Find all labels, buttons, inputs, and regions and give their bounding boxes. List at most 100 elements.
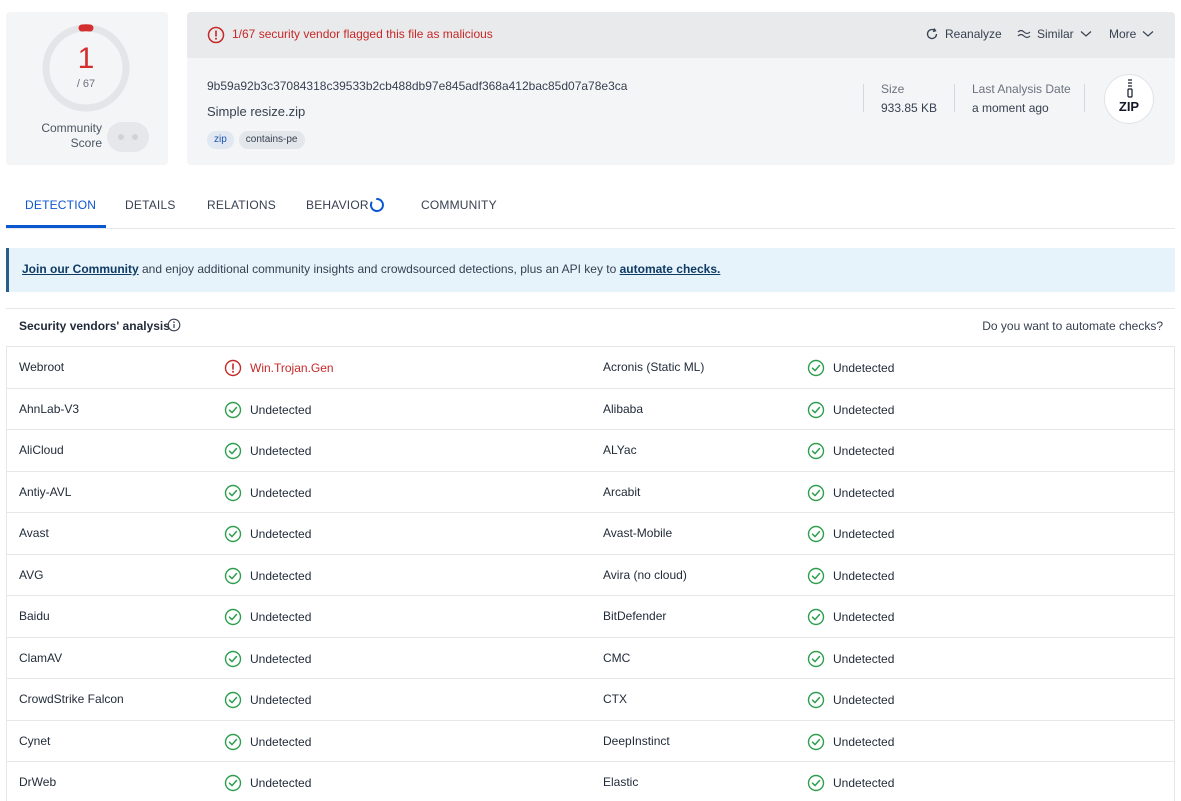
vendor-result: Undetected xyxy=(807,608,894,626)
check-circle-icon xyxy=(224,733,242,750)
detection-count: 1 xyxy=(77,42,95,75)
vendor-name: Acronis (Static ML) xyxy=(603,360,705,374)
vendor-result: Undetected xyxy=(224,650,311,668)
check-circle-icon xyxy=(807,359,825,377)
alert-text: 1/67 security vendor flagged this file a… xyxy=(232,27,493,41)
check-circle-icon xyxy=(224,484,242,501)
vendor-name: CMC xyxy=(603,650,631,665)
zipper-icon xyxy=(1127,79,1133,98)
vendor-result: Undetected xyxy=(224,733,311,751)
table-row: AliCloud Undetected ALYac Undetected xyxy=(7,430,1174,472)
vendor-name: Webroot xyxy=(19,360,65,374)
vendor-result: Undetected xyxy=(224,525,311,543)
table-row: Avast Undetected Avast-Mobile Undetected xyxy=(7,513,1174,555)
vendor-result: Undetected xyxy=(807,401,894,419)
check-circle-icon xyxy=(807,650,825,667)
table-row: Baidu Undetected BitDefender Undetected xyxy=(7,596,1174,638)
join-community-link[interactable]: Join our Community xyxy=(22,262,139,276)
size-value: 933.85 KB xyxy=(881,101,938,115)
detection-total: / 67 xyxy=(76,78,96,90)
tab-details[interactable]: DETAILS xyxy=(125,198,176,212)
vendor-name: AVG xyxy=(19,567,44,582)
vendor-result: Undetected xyxy=(807,650,894,668)
vendor-name: Avast xyxy=(19,526,49,540)
vendor-result: Undetected xyxy=(224,484,311,502)
check-circle-icon xyxy=(807,484,825,501)
table-row: CrowdStrike Falcon Undetected CTX Undetecte… xyxy=(7,679,1174,721)
last-analysis-label: Last Analysis Date xyxy=(972,82,1071,96)
reanalyze-button[interactable]: Reanalyze xyxy=(925,27,1002,41)
vendor-name: Baidu xyxy=(19,609,50,623)
file-hash[interactable]: 9b59a92b3c37084318c39533b2cb488db97e845a… xyxy=(207,79,627,93)
check-circle-icon xyxy=(224,691,242,709)
divider xyxy=(1084,84,1085,112)
vendor-name: Alibaba xyxy=(603,401,644,416)
last-analysis-value: a moment ago xyxy=(972,101,1049,115)
tab-bar: DETECTION DETAILS RELATIONS BEHAVIOR COM… xyxy=(6,184,1175,229)
community-score-card: 1 / 67 Community Score xyxy=(6,12,168,165)
vendor-name: Avast-Mobile xyxy=(603,526,673,540)
table-row: Cynet Undetected DeepInstinct Undetected xyxy=(7,721,1174,762)
vendor-name: Antiy-AVL xyxy=(19,484,72,499)
check-circle-icon xyxy=(807,525,825,543)
vendor-name: Elastic xyxy=(603,775,639,789)
tab-relations[interactable]: RELATIONS xyxy=(207,198,276,212)
file-type-badge: ZIP xyxy=(1104,74,1154,124)
automate-checks-prompt[interactable]: Do you want to automate checks? xyxy=(982,319,1163,333)
community-vote-toggle[interactable] xyxy=(107,122,149,152)
section-title: Security vendors' analysis xyxy=(19,319,170,333)
vendor-name: BitDefender xyxy=(603,609,667,623)
table-row: Antiy-AVL Undetected Arcabit Undetected xyxy=(7,472,1174,513)
alert-circle-icon xyxy=(207,26,225,44)
vendor-result: Undetected xyxy=(807,484,894,502)
check-circle-icon xyxy=(807,608,825,626)
tag-contains-pe[interactable]: contains-pe xyxy=(238,131,305,149)
divider xyxy=(954,84,955,112)
tab-community[interactable]: COMMUNITY xyxy=(421,198,497,212)
similar-dropdown[interactable]: Similar xyxy=(1017,27,1092,41)
automate-checks-link[interactable]: automate checks. xyxy=(620,262,721,276)
tab-detection[interactable]: DETECTION xyxy=(25,198,96,212)
check-circle-icon xyxy=(224,442,242,460)
chevron-down-icon xyxy=(1142,31,1154,37)
check-circle-icon xyxy=(807,774,825,792)
more-dropdown[interactable]: More xyxy=(1109,27,1154,41)
vendor-name: Cynet xyxy=(19,733,51,748)
table-row: AVG Undetected Avira (no cloud) Undetected xyxy=(7,555,1174,596)
info-icon[interactable] xyxy=(167,318,181,332)
vendors-section-header: Security vendors' analysis Do you want t… xyxy=(6,308,1175,344)
active-tab-indicator xyxy=(6,225,106,228)
divider xyxy=(863,84,864,112)
vendor-result: Undetected xyxy=(807,442,894,460)
check-circle-icon xyxy=(224,567,242,584)
vendor-name: Avira (no cloud) xyxy=(603,567,687,582)
vendor-results-table: Webroot Win.Trojan.Gen Acronis (Static ML)… xyxy=(6,346,1175,801)
check-circle-icon xyxy=(224,525,242,543)
check-circle-icon xyxy=(224,401,242,418)
check-circle-icon xyxy=(224,650,242,667)
vendor-result: Undetected xyxy=(807,774,894,792)
table-row: DrWeb Undetected Elastic Undetected xyxy=(7,762,1174,801)
alert-circle-icon xyxy=(224,359,242,377)
check-circle-icon xyxy=(224,774,242,792)
similar-icon xyxy=(1017,29,1031,39)
table-row: ClamAV Undetected CMC Undetected xyxy=(7,638,1174,679)
vendor-name: ALYac xyxy=(603,443,637,457)
vendor-result: Undetected xyxy=(807,567,894,585)
vendor-result: Undetected xyxy=(807,359,894,377)
vendor-result: Undetected xyxy=(224,442,311,460)
table-row: Webroot Win.Trojan.Gen Acronis (Static ML)… xyxy=(7,347,1174,389)
vendor-result: Undetected xyxy=(224,608,311,626)
vendor-name: CrowdStrike Falcon xyxy=(19,692,124,706)
vendor-result: Undetected xyxy=(807,733,894,751)
size-label: Size xyxy=(881,82,905,96)
tag-zip[interactable]: zip xyxy=(207,131,234,149)
vendor-name: ClamAV xyxy=(19,650,63,665)
check-circle-icon xyxy=(807,733,825,750)
vendor-name: DeepInstinct xyxy=(603,733,670,748)
tab-behavior[interactable]: BEHAVIOR xyxy=(306,198,369,212)
file-tags: zip contains-pe xyxy=(207,131,305,149)
vendor-result: Undetected xyxy=(807,691,894,709)
vendor-result: Undetected xyxy=(224,691,311,709)
vendor-result: Undetected xyxy=(807,525,894,543)
